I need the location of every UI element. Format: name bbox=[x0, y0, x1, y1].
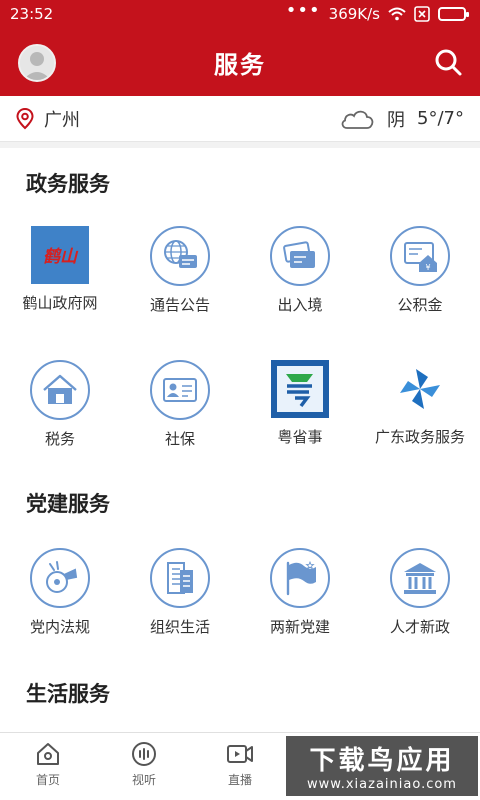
id-card-icon bbox=[150, 360, 210, 420]
tab-live[interactable]: 直播 bbox=[192, 733, 288, 800]
user-avatar-icon bbox=[20, 46, 54, 80]
yue-app-icon bbox=[271, 360, 329, 418]
service-two-new-party[interactable]: 两新党建 bbox=[240, 548, 360, 637]
service-label: 鹤山政府网 bbox=[22, 294, 98, 312]
service-label: 通告公告 bbox=[149, 296, 210, 314]
battery-icon bbox=[438, 7, 469, 21]
weather-desc: 阴 bbox=[387, 109, 406, 131]
cards-icon bbox=[270, 226, 330, 286]
temperature: 5°/7° bbox=[417, 108, 464, 129]
service-label: 社保 bbox=[164, 430, 195, 448]
tab-home[interactable]: 首页 bbox=[0, 733, 96, 800]
watermark-text: 下载鸟应用 bbox=[309, 746, 455, 776]
section-title-life: 生活服务 bbox=[26, 682, 110, 706]
location-pin-icon bbox=[16, 107, 34, 129]
service-party-rules[interactable]: 党内法规 bbox=[0, 548, 120, 637]
service-label: 组织生活 bbox=[149, 618, 210, 636]
tab-audio-video[interactable]: 视听 bbox=[96, 733, 192, 800]
search-icon[interactable] bbox=[432, 46, 464, 78]
pinwheel-icon bbox=[391, 360, 449, 418]
service-label: 出入境 bbox=[277, 296, 323, 314]
service-tax[interactable]: 税务 bbox=[0, 360, 120, 449]
svg-text:¥: ¥ bbox=[425, 263, 430, 272]
service-yueshengshi[interactable]: 粤省事 bbox=[240, 360, 360, 447]
watermark-banner: 下载鸟应用 www.xiazainiao.com bbox=[286, 736, 478, 796]
tab-label: 视听 bbox=[131, 773, 156, 787]
heshan-logo-text: 鹤山 bbox=[43, 247, 79, 267]
avatar[interactable] bbox=[18, 44, 56, 82]
tab-label: 直播 bbox=[227, 773, 252, 787]
cloud-icon bbox=[341, 110, 374, 129]
building-icon bbox=[150, 548, 210, 608]
service-org-life[interactable]: 组织生活 bbox=[120, 548, 240, 637]
video-icon bbox=[227, 745, 253, 763]
service-social-security[interactable]: 社保 bbox=[120, 360, 240, 449]
section-title-party: 党建服务 bbox=[26, 492, 110, 516]
service-label: 税务 bbox=[44, 430, 75, 448]
services-content: 政务服务 鹤山 鹤山政府网 通告公告 出入境 ¥ 公积金 税务 社保 粤省事 广… bbox=[0, 148, 480, 732]
service-label: 人才新政 bbox=[389, 618, 450, 636]
status-bar: 23:52 ••• 369K/s bbox=[0, 0, 480, 28]
house-icon bbox=[30, 360, 90, 420]
sim-x-icon bbox=[414, 6, 430, 22]
section-title-gov: 政务服务 bbox=[26, 172, 110, 196]
header-bar: 服务 bbox=[0, 28, 480, 96]
location-bar: 广州 阴 5°/7° bbox=[0, 96, 480, 142]
more-dots-icon: ••• bbox=[285, 0, 321, 21]
page-title: 服务 bbox=[214, 50, 266, 79]
status-icons: ••• 369K/s bbox=[285, 0, 469, 23]
service-label: 党内法规 bbox=[29, 618, 90, 636]
service-immigration[interactable]: 出入境 bbox=[240, 226, 360, 315]
service-housing-fund[interactable]: ¥ 公积金 bbox=[360, 226, 480, 315]
flag-icon bbox=[270, 548, 330, 608]
house-fund-icon: ¥ bbox=[390, 226, 450, 286]
status-time: 23:52 bbox=[10, 5, 54, 23]
weather-info: 阴 5°/7° bbox=[339, 106, 464, 132]
service-notices[interactable]: 通告公告 bbox=[120, 226, 240, 315]
service-label: 粤省事 bbox=[277, 428, 323, 446]
app-root: 23:52 ••• 369K/s 服务 广州 阴 5°/7° 政务服务 鹤山 鹤… bbox=[0, 0, 480, 800]
institution-icon bbox=[390, 548, 450, 608]
whistle-icon bbox=[30, 548, 90, 608]
heshan-logo-icon: 鹤山 bbox=[31, 226, 89, 284]
service-heshan-gov[interactable]: 鹤山 鹤山政府网 bbox=[0, 226, 120, 313]
service-label: 两新党建 bbox=[269, 618, 330, 636]
location-selector[interactable]: 广州 bbox=[16, 106, 80, 132]
tab-label: 首页 bbox=[35, 773, 60, 787]
audio-icon bbox=[132, 742, 156, 766]
globe-chat-icon bbox=[150, 226, 210, 286]
home-icon bbox=[37, 743, 59, 765]
service-gd-gov[interactable]: 广东政务服务 bbox=[360, 360, 480, 447]
network-speed: 369K/s bbox=[328, 5, 380, 23]
city-name: 广州 bbox=[44, 109, 80, 131]
wifi-icon bbox=[388, 7, 406, 21]
service-talent-policy[interactable]: 人才新政 bbox=[360, 548, 480, 637]
watermark-url: www.xiazainiao.com bbox=[307, 777, 457, 792]
service-label: 公积金 bbox=[397, 296, 443, 314]
service-label: 广东政务服务 bbox=[374, 428, 465, 446]
